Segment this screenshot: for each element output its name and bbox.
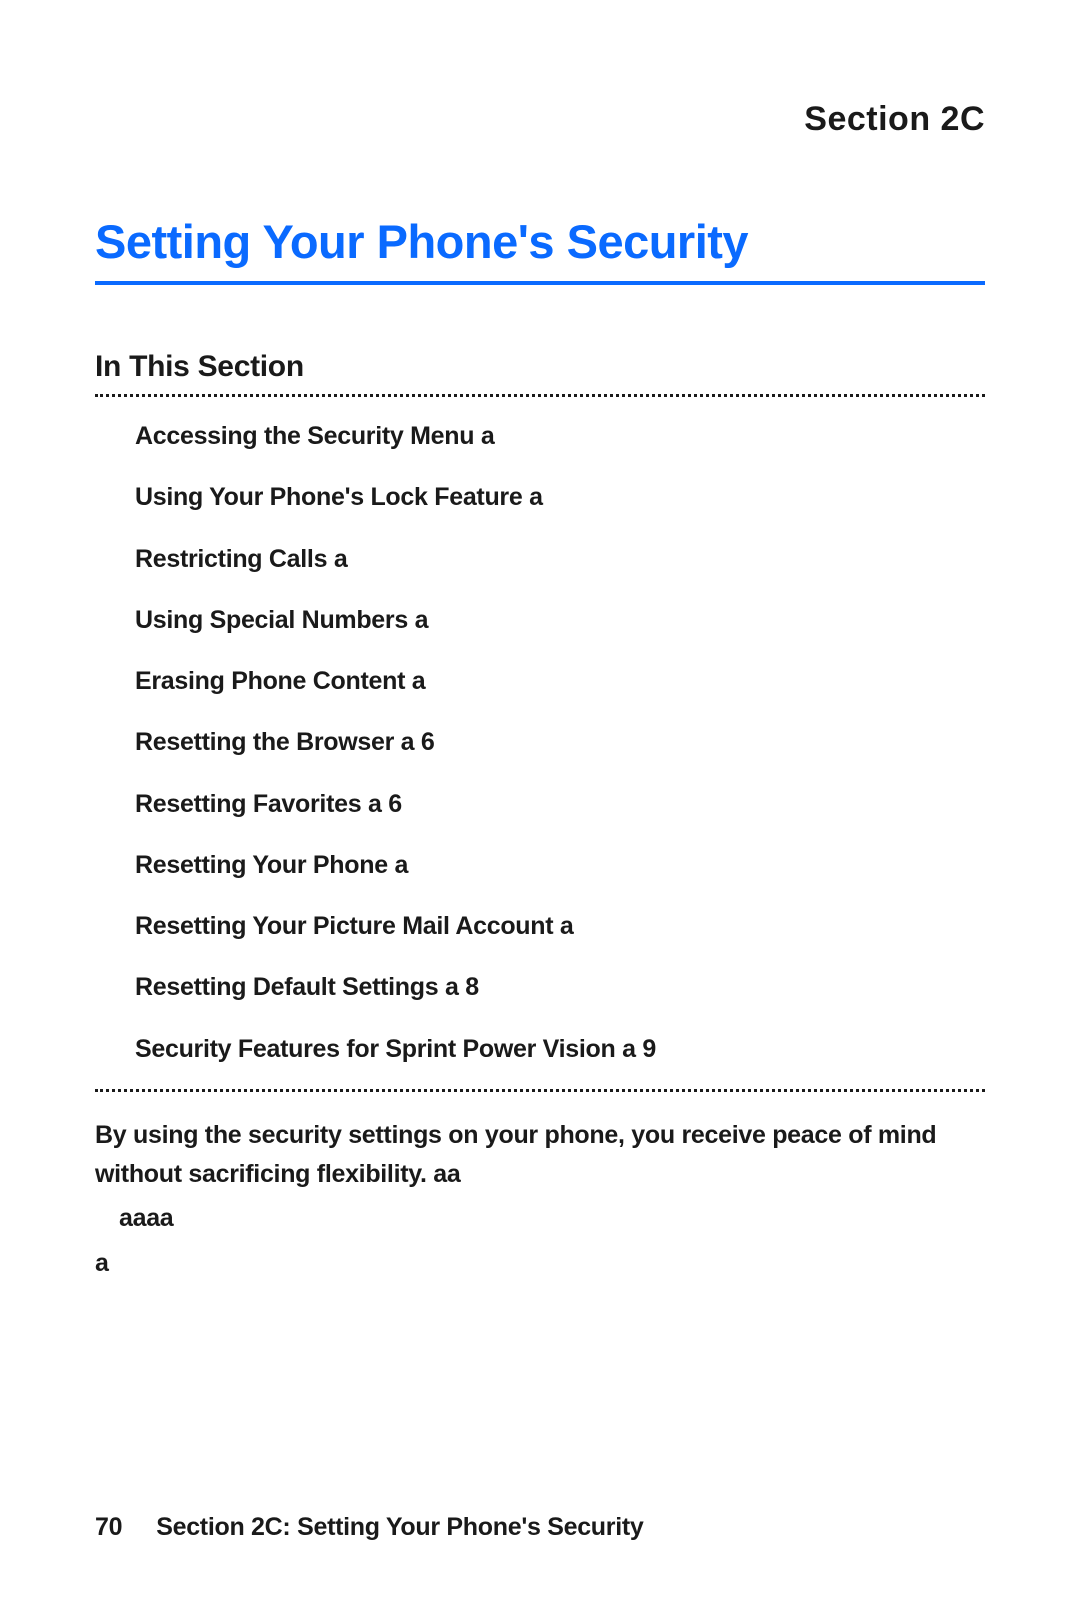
divider-bottom	[95, 1089, 985, 1092]
footer-text: Section 2C: Setting Your Phone's Securit…	[156, 1513, 643, 1541]
toc-item: Resetting the Browser a 6	[135, 727, 985, 758]
body-paragraph: By using the security settings on your p…	[95, 1116, 985, 1194]
toc-item: Erasing Phone Content a	[135, 666, 985, 697]
page-title: Setting Your Phone's Security	[95, 214, 985, 285]
toc-item: Using Your Phone's Lock Feature a	[135, 482, 985, 513]
divider-top	[95, 394, 985, 397]
toc-item: Restricting Calls a	[135, 544, 985, 575]
toc-list: Accessing the Security Menu a Using Your…	[95, 421, 985, 1065]
subsection-heading: In This Section	[95, 350, 985, 384]
toc-item: Resetting Favorites a 6	[135, 789, 985, 820]
page-footer: 70 Section 2C: Setting Your Phone's Secur…	[95, 1513, 643, 1542]
toc-item: Security Features for Sprint Power Visio…	[135, 1034, 985, 1065]
page-number: 70	[95, 1513, 122, 1541]
section-label: Section 2C	[95, 100, 985, 139]
toc-item: Resetting Your Phone a	[135, 850, 985, 881]
toc-item: Using Special Numbers a	[135, 605, 985, 636]
body-paragraph: aaaa	[95, 1199, 985, 1238]
toc-item: Accessing the Security Menu a	[135, 421, 985, 452]
toc-item: Resetting Your Picture Mail Account a	[135, 911, 985, 942]
toc-item: Resetting Default Settings a 8	[135, 972, 985, 1003]
body-paragraph: a	[95, 1244, 985, 1283]
